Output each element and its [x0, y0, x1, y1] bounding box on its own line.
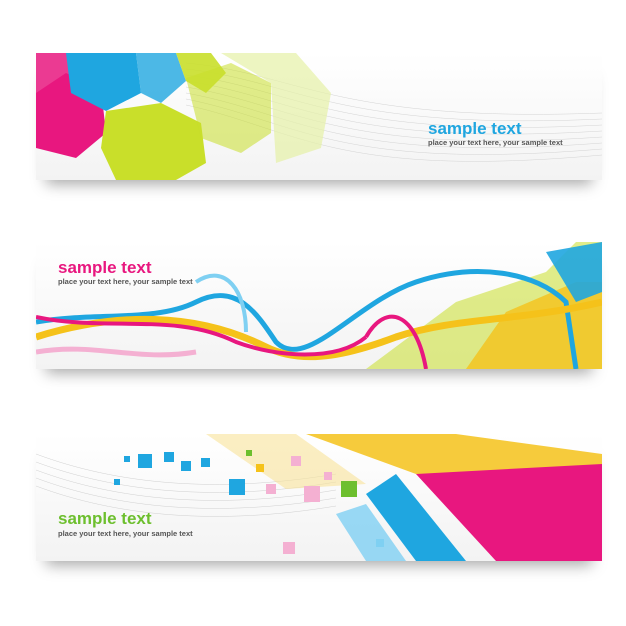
blue-hexagon-small — [136, 53, 186, 103]
banner-subtitle: place your text here, your sample text — [428, 138, 563, 147]
squares-artwork — [36, 434, 602, 561]
banner-title: sample text — [58, 509, 152, 528]
banner-title: sample text — [428, 119, 522, 138]
banner-title: sample text — [58, 258, 152, 277]
lime-hexagon — [101, 103, 206, 180]
light-pink-ribbon — [36, 346, 197, 358]
banner-hexagon: sample text place your text here, your s… — [36, 53, 602, 180]
hexagon-artwork — [36, 53, 602, 180]
banner-squares: sample text place your text here, your s… — [36, 434, 602, 561]
banner-subtitle: place your text here, your sample text — [58, 529, 193, 538]
scatter-squares — [114, 450, 384, 554]
banner-ribbon: sample text place your text here, your s… — [36, 242, 602, 369]
banner-subtitle: place your text here, your sample text — [58, 277, 193, 286]
